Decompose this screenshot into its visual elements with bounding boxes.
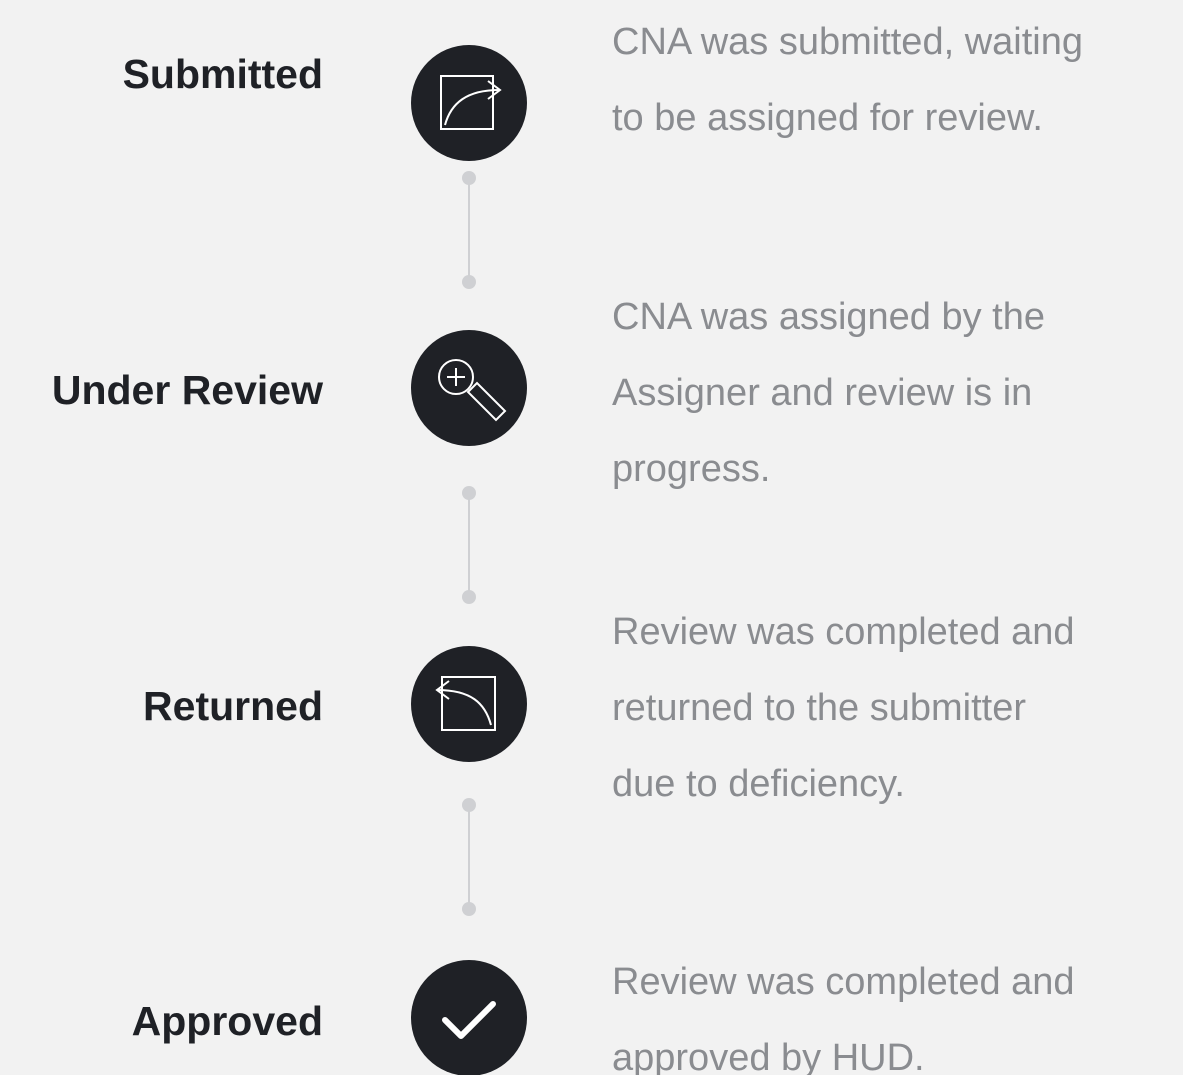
step-label-submitted: Submitted [122, 51, 323, 97]
step-description-under-review: CNA was assigned by the Assigner and rev… [612, 279, 1172, 507]
description-line: CNA was assigned by the [612, 296, 1046, 338]
step-label-returned: Returned [143, 683, 323, 729]
export-arrow-icon [411, 45, 527, 161]
zoom-in-magnifier-icon [411, 330, 527, 446]
description-line: due to deficiency. [612, 763, 905, 805]
timeline-connector [462, 798, 476, 916]
return-arrow-icon [411, 646, 527, 762]
connector-line [468, 805, 470, 909]
step-description-returned: Review was completed and returned to the… [612, 594, 1172, 822]
connector-line [468, 178, 470, 282]
connector-line [468, 493, 470, 597]
description-line: CNA was submitted, waiting [612, 21, 1083, 63]
step-description-submitted: CNA was submitted, waiting to be assigne… [612, 4, 1172, 156]
timeline-connector [462, 486, 476, 604]
description-line: progress. [612, 448, 771, 490]
description-line: Review was completed and [612, 611, 1075, 653]
step-label-approved: Approved [131, 998, 323, 1044]
connector-dot [462, 275, 476, 289]
timeline-connector [462, 171, 476, 289]
checkmark-icon [411, 960, 527, 1075]
description-line: returned to the submitter [612, 687, 1026, 729]
status-timeline: Submitted CNA was submitted, waiting to … [0, 0, 1183, 1075]
connector-dot [462, 590, 476, 604]
step-label-under-review: Under Review [51, 367, 323, 413]
description-line: to be assigned for review. [612, 97, 1043, 139]
description-line: approved by HUD. [612, 1037, 925, 1075]
description-line: Assigner and review is in [612, 372, 1033, 414]
connector-dot [462, 902, 476, 916]
step-description-approved: Review was completed and approved by HUD… [612, 944, 1172, 1075]
description-line: Review was completed and [612, 961, 1075, 1003]
